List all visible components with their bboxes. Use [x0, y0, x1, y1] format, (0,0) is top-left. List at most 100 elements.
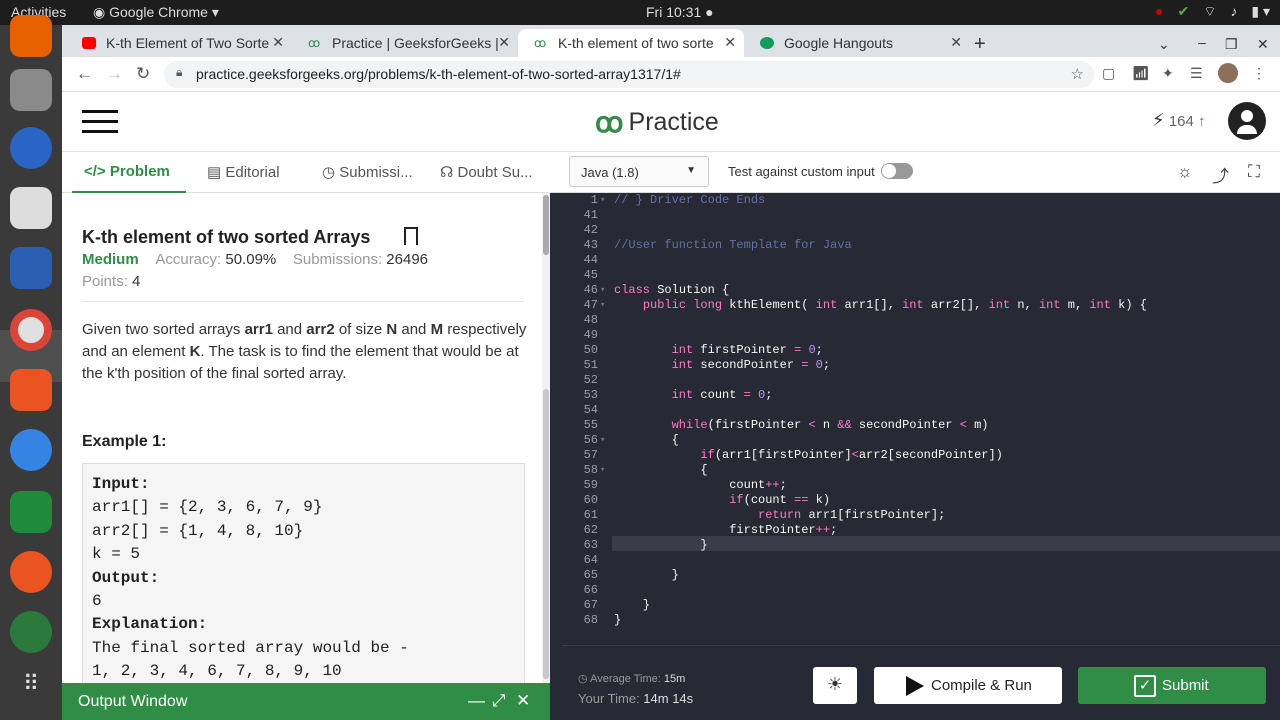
fullscreen-icon[interactable]: ⛶ — [1248, 162, 1260, 182]
omnibox[interactable]: 🔒︎ practice.geeksforgeeks.org/problems/k… — [164, 61, 1094, 88]
reload-icon[interactable]: ↻ — [136, 64, 150, 84]
new-tab-icon[interactable]: + — [974, 27, 986, 55]
extension-icon[interactable]: 📶︎ — [1132, 65, 1150, 82]
code-line[interactable]: // } Driver Code Ends — [614, 193, 765, 207]
scrollbar-track-thumb[interactable] — [543, 389, 549, 679]
code-line[interactable]: class Solution { — [614, 283, 729, 297]
software-icon[interactable] — [10, 369, 52, 411]
minimize-icon[interactable]: – — [1198, 28, 1206, 56]
example-line: Explanation: — [92, 615, 208, 634]
close-icon[interactable]: ✕ — [516, 691, 530, 711]
help-icon[interactable] — [10, 429, 52, 471]
close-tab-icon[interactable]: ✕ — [272, 34, 284, 51]
code-line[interactable]: public long kthElement( int arr1[], int … — [614, 298, 1147, 312]
battery-icon[interactable]: ▮ ▾ — [1251, 3, 1270, 21]
submit-button[interactable]: ✓ Submit — [1078, 667, 1266, 704]
record-icon[interactable]: ● — [1155, 3, 1163, 21]
code-line[interactable]: count++; — [614, 478, 787, 492]
tab-problem[interactable]: </> Problem — [72, 163, 186, 193]
theme-sun-icon[interactable]: ☼ — [1177, 162, 1193, 182]
expand-icon[interactable]: ⤢ — [492, 691, 506, 711]
tab-doubt-support[interactable]: ☊ Doubt Su... — [440, 163, 533, 181]
browser-tab-active[interactable]: ꝏ K-th element of two sorte ✕ — [518, 29, 744, 57]
hint-bulb-icon[interactable]: ☀ — [813, 667, 857, 704]
code-line[interactable]: //User function Template for Java — [614, 238, 852, 252]
code-line[interactable]: { — [614, 463, 707, 477]
hamburger-menu-icon[interactable] — [82, 110, 118, 134]
screen-recorder-icon[interactable] — [10, 611, 52, 653]
back-icon[interactable]: ← — [76, 64, 93, 84]
forward-icon[interactable]: → — [106, 64, 123, 84]
code-line[interactable]: int secondPointer = 0; — [614, 358, 830, 372]
extension-icon[interactable]: ▢ — [1102, 65, 1115, 82]
code-line[interactable]: } — [614, 538, 707, 552]
rhythmbox-icon[interactable] — [10, 187, 52, 229]
code-line[interactable]: } — [614, 613, 621, 627]
code-line[interactable]: while(firstPointer < n && secondPointer … — [614, 418, 989, 432]
inkscape-icon[interactable] — [10, 551, 52, 593]
update-icon[interactable]: ✔ — [1177, 3, 1189, 21]
browser-tab[interactable]: Google Hangouts ✕ — [744, 29, 970, 57]
divider — [82, 301, 524, 302]
bookmark-star-icon[interactable]: ☆ — [1071, 65, 1084, 83]
tab-search-icon[interactable]: ⌄ — [1158, 30, 1170, 58]
minimize-icon[interactable]: — — [468, 691, 485, 711]
fold-arrow-icon[interactable]: ▾ — [600, 465, 605, 475]
close-tab-icon[interactable]: ✕ — [950, 34, 962, 51]
files-icon[interactable] — [10, 69, 52, 111]
system-tray[interactable]: ● ✔ ⌔ ♪ ▮ ▾ — [1155, 3, 1270, 21]
code-editor[interactable]: 1 ▾ 41 42 43 44 45 46 ▾ 47 ▾ 48 49 50 51 52 53 54 55 56 ▾ 57 5… — [562, 193, 1280, 645]
volume-icon[interactable]: ♪ — [1230, 3, 1237, 21]
firefox-icon[interactable] — [10, 15, 52, 57]
site-logo[interactable]: ꝏ Practice — [595, 106, 719, 139]
reading-list-icon[interactable]: ☰ — [1190, 65, 1203, 82]
code-line[interactable]: } — [614, 598, 650, 612]
close-tab-icon[interactable]: ✕ — [498, 34, 510, 51]
code-line[interactable]: return arr1[firstPointer]; — [614, 508, 945, 522]
writer-icon[interactable] — [10, 247, 52, 289]
code-line[interactable]: if(count == k) — [614, 493, 830, 507]
fold-arrow-icon[interactable]: ▾ — [600, 195, 605, 205]
compile-run-button[interactable]: Compile & Run — [874, 667, 1062, 704]
chrome-icon[interactable] — [10, 309, 52, 351]
close-window-icon[interactable]: ✕ — [1257, 30, 1269, 58]
lock-icon[interactable]: 🔒︎ — [176, 65, 182, 80]
tab-problem-label: Problem — [109, 163, 170, 180]
profile-avatar[interactable] — [1218, 63, 1238, 83]
clock[interactable]: Fri 10:31 ● — [646, 4, 714, 20]
tab-submissions[interactable]: ◷ Submissi... — [322, 163, 413, 181]
custom-input-toggle[interactable] — [881, 163, 913, 179]
fold-arrow-icon[interactable]: ▾ — [600, 435, 605, 445]
streak-counter[interactable]: ⚡︎ 164 ↑ — [1152, 110, 1206, 131]
scrollbar-thumb[interactable] — [543, 195, 549, 255]
browser-tab[interactable]: ꝏ Practice | GeeksforGeeks | ✕ — [292, 29, 518, 57]
fold-arrow-icon[interactable]: ▾ — [600, 300, 605, 310]
app-menu[interactable]: ◉ Google Chrome ▾ — [93, 4, 219, 21]
code-line[interactable]: firstPointer++; — [614, 523, 837, 537]
puzzle-icon[interactable]: ✦ — [1162, 65, 1174, 82]
reset-icon[interactable]: ⤴ — [1212, 162, 1229, 187]
thunderbird-icon[interactable] — [10, 127, 52, 169]
maximize-icon[interactable]: ❐ — [1225, 30, 1238, 58]
user-avatar[interactable] — [1228, 102, 1266, 140]
browser-tab[interactable]: K-th Element of Two Sorte ✕ — [66, 29, 292, 57]
show-apps-icon[interactable]: ⠿ — [10, 671, 52, 713]
fold-arrow-icon[interactable]: ▾ — [600, 285, 605, 295]
code-line[interactable]: int count = 0; — [614, 388, 773, 402]
problem-scrollbar[interactable] — [542, 193, 550, 683]
checkbox-icon: ✓ — [1134, 675, 1156, 697]
code-line[interactable]: int firstPointer = 0; — [614, 343, 823, 357]
tab-editorial[interactable]: ▤ Editorial — [207, 163, 280, 181]
chrome-menu-icon[interactable]: ⋮ — [1252, 65, 1266, 82]
bookmark-icon[interactable] — [404, 227, 418, 245]
calc-icon[interactable] — [10, 491, 52, 533]
output-window-bar[interactable]: Output Window — ⤢ ✕ — [62, 683, 550, 720]
wifi-icon[interactable]: ⌔ — [1203, 3, 1216, 21]
code-line[interactable]: } — [614, 568, 679, 582]
language-select[interactable]: Java (1.8) ▼ — [569, 156, 709, 187]
close-tab-icon[interactable]: ✕ — [724, 34, 736, 51]
code-line[interactable]: { — [614, 433, 679, 447]
url-text[interactable]: practice.geeksforgeeks.org/problems/k-th… — [196, 66, 681, 82]
code-line[interactable]: if(arr1[firstPointer]<arr2[secondPointer… — [614, 448, 1002, 462]
line-number: 52 — [583, 373, 598, 387]
